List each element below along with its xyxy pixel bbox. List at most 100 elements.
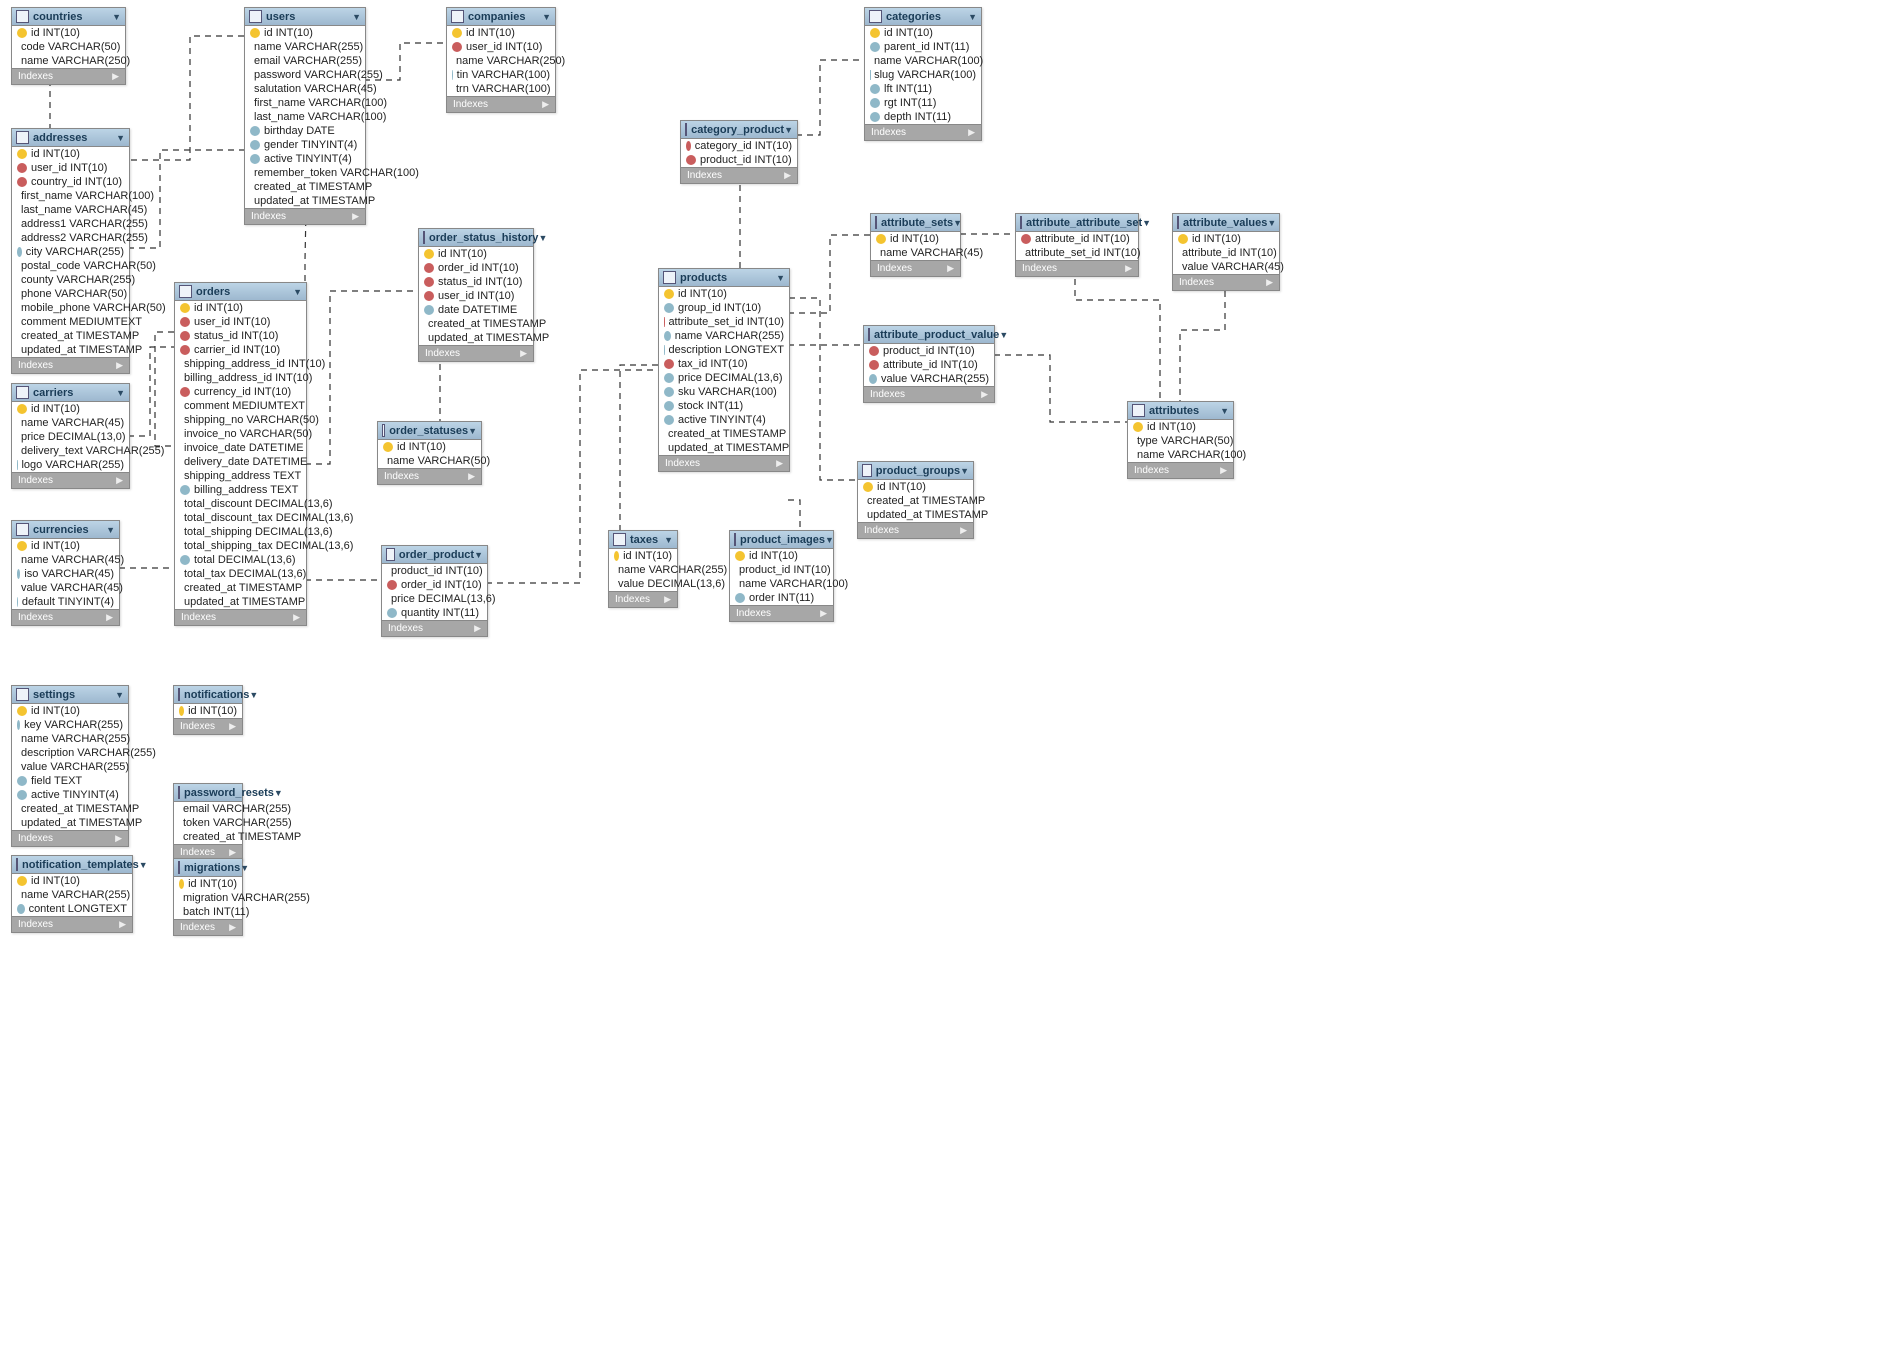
column-row[interactable]: created_at TIMESTAMP bbox=[174, 830, 242, 844]
column-row[interactable]: user_id INT(10) bbox=[419, 289, 533, 303]
column-row[interactable]: comment MEDIUMTEXT bbox=[175, 399, 306, 413]
column-row[interactable]: id INT(10) bbox=[12, 402, 129, 416]
column-row[interactable]: token VARCHAR(255) bbox=[174, 816, 242, 830]
indexes-section[interactable]: Indexes▶ bbox=[378, 468, 481, 484]
column-row[interactable]: shipping_no VARCHAR(50) bbox=[175, 413, 306, 427]
column-row[interactable]: code VARCHAR(50) bbox=[12, 40, 125, 54]
column-row[interactable]: delivery_date DATETIME bbox=[175, 455, 306, 469]
chevron-down-icon[interactable]: ▼ bbox=[784, 125, 793, 135]
column-row[interactable]: product_id INT(10) bbox=[864, 344, 994, 358]
column-row[interactable]: id INT(10) bbox=[12, 26, 125, 40]
chevron-right-icon[interactable]: ▶ bbox=[820, 608, 827, 619]
column-row[interactable]: description VARCHAR(255) bbox=[12, 746, 128, 760]
column-row[interactable]: created_at TIMESTAMP bbox=[245, 180, 365, 194]
column-row[interactable]: total_shipping_tax DECIMAL(13,6) bbox=[175, 539, 306, 553]
chevron-right-icon[interactable]: ▶ bbox=[968, 127, 975, 138]
column-row[interactable]: updated_at TIMESTAMP bbox=[858, 508, 973, 522]
column-row[interactable]: billing_address_id INT(10) bbox=[175, 371, 306, 385]
chevron-right-icon[interactable]: ▶ bbox=[116, 475, 123, 486]
column-row[interactable]: value VARCHAR(255) bbox=[864, 372, 994, 386]
table-header[interactable]: attribute_values▼ bbox=[1173, 214, 1279, 232]
column-row[interactable]: logo VARCHAR(255) bbox=[12, 458, 129, 472]
column-row[interactable]: sku VARCHAR(100) bbox=[659, 385, 789, 399]
column-row[interactable]: status_id INT(10) bbox=[419, 275, 533, 289]
column-row[interactable]: salutation VARCHAR(45) bbox=[245, 82, 365, 96]
chevron-down-icon[interactable]: ▼ bbox=[953, 218, 962, 228]
chevron-down-icon[interactable]: ▼ bbox=[776, 273, 785, 283]
chevron-right-icon[interactable]: ▶ bbox=[1125, 263, 1132, 274]
column-row[interactable]: id INT(10) bbox=[730, 549, 833, 563]
column-row[interactable]: id INT(10) bbox=[12, 539, 119, 553]
column-row[interactable]: created_at TIMESTAMP bbox=[659, 427, 789, 441]
column-row[interactable]: name VARCHAR(250) bbox=[447, 54, 555, 68]
column-row[interactable]: batch INT(11) bbox=[174, 905, 242, 919]
column-row[interactable]: updated_at TIMESTAMP bbox=[659, 441, 789, 455]
column-row[interactable]: name VARCHAR(255) bbox=[12, 732, 128, 746]
column-row[interactable]: trn VARCHAR(100) bbox=[447, 82, 555, 96]
table-migrations[interactable]: migrations▼id INT(10)migration VARCHAR(2… bbox=[173, 858, 243, 936]
indexes-section[interactable]: Indexes▶ bbox=[659, 455, 789, 471]
column-row[interactable]: gender TINYINT(4) bbox=[245, 138, 365, 152]
chevron-right-icon[interactable]: ▶ bbox=[468, 471, 475, 482]
column-row[interactable]: active TINYINT(4) bbox=[659, 413, 789, 427]
chevron-right-icon[interactable]: ▶ bbox=[106, 612, 113, 623]
column-row[interactable]: address1 VARCHAR(255) bbox=[12, 217, 129, 231]
column-row[interactable]: updated_at TIMESTAMP bbox=[245, 194, 365, 208]
chevron-down-icon[interactable]: ▼ bbox=[1267, 218, 1276, 228]
column-row[interactable]: currency_id INT(10) bbox=[175, 385, 306, 399]
indexes-section[interactable]: Indexes▶ bbox=[730, 605, 833, 621]
column-row[interactable]: shipping_address TEXT bbox=[175, 469, 306, 483]
column-row[interactable]: invoice_no VARCHAR(50) bbox=[175, 427, 306, 441]
column-row[interactable]: active TINYINT(4) bbox=[12, 788, 128, 802]
column-row[interactable]: depth INT(11) bbox=[865, 110, 981, 124]
chevron-down-icon[interactable]: ▼ bbox=[116, 388, 125, 398]
column-row[interactable]: comment MEDIUMTEXT bbox=[12, 315, 129, 329]
table-header[interactable]: settings▼ bbox=[12, 686, 128, 704]
column-row[interactable]: created_at TIMESTAMP bbox=[858, 494, 973, 508]
chevron-right-icon[interactable]: ▶ bbox=[947, 263, 954, 274]
chevron-down-icon[interactable]: ▼ bbox=[474, 550, 483, 560]
column-row[interactable]: name VARCHAR(45) bbox=[12, 416, 129, 430]
column-row[interactable]: billing_address TEXT bbox=[175, 483, 306, 497]
chevron-right-icon[interactable]: ▶ bbox=[960, 525, 967, 536]
column-row[interactable]: name VARCHAR(100) bbox=[730, 577, 833, 591]
table-carriers[interactable]: carriers▼id INT(10)name VARCHAR(45)price… bbox=[11, 383, 130, 489]
column-row[interactable]: email VARCHAR(255) bbox=[174, 802, 242, 816]
column-row[interactable]: id INT(10) bbox=[858, 480, 973, 494]
indexes-section[interactable]: Indexes▶ bbox=[175, 609, 306, 625]
indexes-section[interactable]: Indexes▶ bbox=[681, 167, 797, 183]
column-row[interactable]: name VARCHAR(255) bbox=[245, 40, 365, 54]
indexes-section[interactable]: Indexes▶ bbox=[382, 620, 487, 636]
table-header[interactable]: password_resets▼ bbox=[174, 784, 242, 802]
column-row[interactable]: attribute_id INT(10) bbox=[1173, 246, 1279, 260]
column-row[interactable]: id INT(10) bbox=[245, 26, 365, 40]
chevron-down-icon[interactable]: ▼ bbox=[960, 466, 969, 476]
table-header[interactable]: product_groups▼ bbox=[858, 462, 973, 480]
table-header[interactable]: currencies▼ bbox=[12, 521, 119, 539]
column-row[interactable]: value VARCHAR(45) bbox=[1173, 260, 1279, 274]
chevron-right-icon[interactable]: ▶ bbox=[112, 71, 119, 82]
column-row[interactable]: total DECIMAL(13,6) bbox=[175, 553, 306, 567]
chevron-down-icon[interactable]: ▼ bbox=[139, 860, 148, 870]
table-header[interactable]: attribute_sets▼ bbox=[871, 214, 960, 232]
indexes-section[interactable]: Indexes▶ bbox=[12, 472, 129, 488]
column-row[interactable]: order INT(11) bbox=[730, 591, 833, 605]
table-order_statuses[interactable]: order_statuses▼id INT(10)name VARCHAR(50… bbox=[377, 421, 482, 485]
column-row[interactable]: product_id INT(10) bbox=[730, 563, 833, 577]
column-row[interactable]: id INT(10) bbox=[12, 704, 128, 718]
column-row[interactable]: updated_at TIMESTAMP bbox=[175, 595, 306, 609]
chevron-right-icon[interactable]: ▶ bbox=[119, 919, 126, 930]
column-row[interactable]: id INT(10) bbox=[609, 549, 677, 563]
column-row[interactable]: last_name VARCHAR(100) bbox=[245, 110, 365, 124]
chevron-right-icon[interactable]: ▶ bbox=[1266, 277, 1273, 288]
table-header[interactable]: carriers▼ bbox=[12, 384, 129, 402]
column-row[interactable]: last_name VARCHAR(45) bbox=[12, 203, 129, 217]
column-row[interactable]: value DECIMAL(13,6) bbox=[609, 577, 677, 591]
column-row[interactable]: total_discount_tax DECIMAL(13,6) bbox=[175, 511, 306, 525]
column-row[interactable]: birthday DATE bbox=[245, 124, 365, 138]
indexes-section[interactable]: Indexes▶ bbox=[871, 260, 960, 276]
indexes-section[interactable]: Indexes▶ bbox=[1016, 260, 1138, 276]
table-header[interactable]: product_images▼ bbox=[730, 531, 833, 549]
table-order_status_history[interactable]: order_status_history▼id INT(10)order_id … bbox=[418, 228, 534, 362]
column-row[interactable]: first_name VARCHAR(100) bbox=[245, 96, 365, 110]
